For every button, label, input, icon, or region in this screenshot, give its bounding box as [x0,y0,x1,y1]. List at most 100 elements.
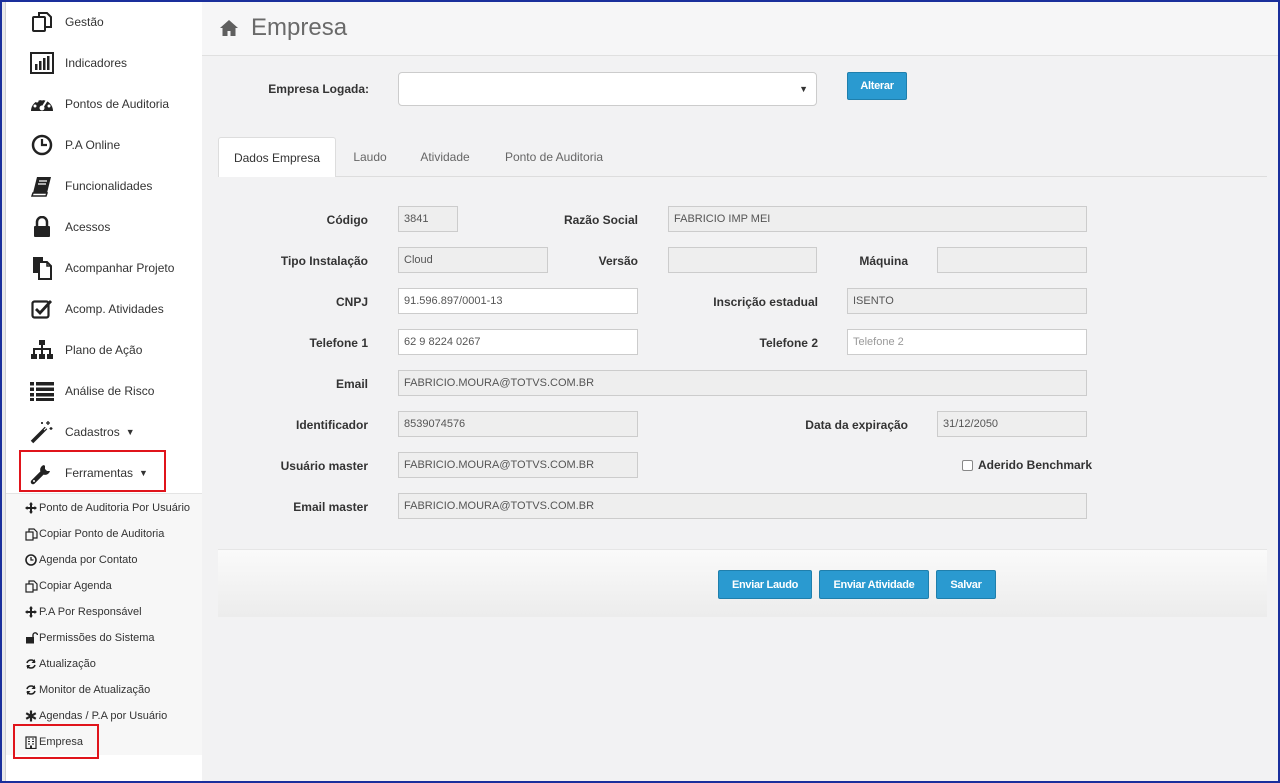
sidebar-item-acessos[interactable]: Acessos [6,206,202,247]
alterar-button[interactable]: Alterar [847,72,907,100]
sidebar-item-label: Funcionalidades [65,178,153,193]
data-expiracao-label: Data da expiração [805,418,908,432]
dashboard-icon [28,90,56,118]
file-icon [28,254,56,282]
aderido-benchmark-checkbox[interactable]: Aderido Benchmark [962,458,1092,472]
refresh-icon [24,683,38,697]
submenu-item-agendas-pa-por-usuario[interactable]: Agendas / P.A por Usuário [24,706,167,726]
identificador-field: 8539074576 [398,411,638,437]
codigo-label: Código [326,213,368,227]
submenu-item-atualizacao[interactable]: Atualização [24,654,96,674]
salvar-button[interactable]: Salvar [936,570,996,599]
sidebar-item-label: Acessos [65,219,111,234]
book-icon [28,172,56,200]
sidebar-item-indicadores[interactable]: Indicadores [6,42,202,83]
submenu-item-permissoes-sistema[interactable]: Permissões do Sistema [24,628,155,648]
empresa-logada-select[interactable]: ▼ [398,72,817,106]
copy-icon [24,579,38,593]
chevron-down-icon: ▼ [799,84,808,94]
submenu-item-monitor-atualizacao[interactable]: Monitor de Atualização [24,680,150,700]
highlight-empresa [13,724,99,759]
sidebar-item-label: Plano de Ação [65,342,143,357]
sidebar-item-acomp-atividades[interactable]: Acomp. Atividades [6,288,202,329]
magic-wand-icon [28,418,56,446]
sidebar-item-label: Acomp. Atividades [65,301,164,316]
email-master-label: Email master [293,500,368,514]
telefone2-label: Telefone 2 [759,336,818,350]
sidebar-item-gestao[interactable]: Gestão [6,1,202,42]
telefone1-label: Telefone 1 [309,336,368,350]
asterisk-icon [24,709,38,723]
main-content: Empresa Empresa Logada: ▼ Alterar Dados … [202,0,1278,783]
highlight-ferramentas [19,450,166,492]
refresh-icon [24,657,38,671]
cnpj-label: CNPJ [335,295,368,309]
empresa-logada-label: Empresa Logada: [268,82,369,96]
submenu-item-copiar-agenda[interactable]: Copiar Agenda [24,576,112,596]
home-icon [219,18,239,38]
page-title: Empresa [251,13,348,41]
checkbox-box[interactable] [962,459,973,471]
email-label: Email [335,377,368,391]
ferramentas-submenu: Ponto de Auditoria Por Usuário Copiar Po… [6,493,202,759]
telefone1-input[interactable]: 62 9 8224 0267 [398,329,638,355]
inscricao-estadual-field: ISENTO [847,288,1087,314]
identificador-label: Identificador [295,418,368,432]
tab-atividade[interactable]: Atividade [410,137,480,177]
sidebar-item-label: Pontos de Auditoria [65,96,170,111]
sidebar-item-analise-risco[interactable]: Análise de Risco [6,370,202,411]
email-master-field: FABRICIO.MOURA@TOTVS.COM.BR [398,493,1087,519]
sitemap-icon [28,336,56,364]
submenu-item-agenda-por-contato[interactable]: Agenda por Contato [24,550,137,570]
clock-icon [24,553,38,567]
copy-icon [24,527,38,541]
email-field: FABRICIO.MOURA@TOTVS.COM.BR [398,370,1087,396]
sidebar-item-label: Acompanhar Projeto [65,260,175,275]
tipo-instalacao-label: Tipo Instalação [280,254,368,268]
lock-icon [28,213,56,241]
copy-icon [28,8,56,36]
form-footer: Enviar Laudo Enviar Atividade Salvar [218,549,1267,617]
bar-chart-icon [28,49,56,77]
submenu-item-ponto-auditoria-por-usuario[interactable]: Ponto de Auditoria Por Usuário [24,498,190,518]
submenu-item-copiar-ponto-auditoria[interactable]: Copiar Ponto de Auditoria [24,524,164,544]
caret-down-icon: ▼ [125,426,135,437]
inscricao-estadual-label: Inscrição estadual [713,295,818,309]
usuario-master-label: Usuário master [280,459,368,473]
sidebar-item-pontos-auditoria[interactable]: Pontos de Auditoria [6,83,202,124]
sidebar-item-plano-acao[interactable]: Plano de Ação [6,329,202,370]
tab-dados-empresa[interactable]: Dados Empresa [218,137,336,178]
codigo-field: 3841 [398,206,458,232]
razao-social-label: Razão Social [563,213,638,227]
submenu-item-pa-por-responsavel[interactable]: P.A Por Responsável [24,602,142,622]
company-select-row: Empresa Logada: ▼ Alterar [202,72,1278,106]
sidebar-item-label: Cadastros [65,424,120,439]
usuario-master-field: FABRICIO.MOURA@TOTVS.COM.BR [398,452,638,478]
razao-social-field: FABRICIO IMP MEI [668,206,1087,232]
versao-label: Versão [598,254,638,268]
enviar-atividade-button[interactable]: Enviar Atividade [819,570,929,599]
aderido-benchmark-label: Aderido Benchmark [978,458,1093,472]
sidebar-item-label: Análise de Risco [65,383,155,398]
data-expiracao-field: 31/12/2050 [937,411,1087,437]
enviar-laudo-button[interactable]: Enviar Laudo [718,570,812,599]
cnpj-input[interactable]: 91.596.897/0001-13 [398,288,638,314]
list-icon [28,377,56,405]
sidebar-item-label: Gestão [65,14,104,29]
sidebar-item-funcionalidades[interactable]: Funcionalidades [6,165,202,206]
sidebar-item-cadastros[interactable]: Cadastros ▼ [6,411,202,452]
tab-laudo[interactable]: Laudo [340,137,400,177]
sidebar-item-label: P.A Online [65,137,121,152]
clock-icon [28,131,56,159]
maquina-label: Máquina [859,254,908,268]
unlock-icon [24,631,38,645]
telefone2-input[interactable]: Telefone 2 [847,329,1087,355]
dados-empresa-form: Código 3841 Razão Social FABRICIO IMP ME… [218,177,1267,548]
sidebar-item-label: Indicadores [65,55,128,70]
tab-bar: Dados Empresa Laudo Atividade Ponto de A… [218,137,1267,178]
page-header: Empresa [202,0,1278,56]
tab-ponto-auditoria[interactable]: Ponto de Auditoria [494,137,614,177]
sidebar-item-pa-online[interactable]: P.A Online [6,124,202,165]
check-square-icon [28,295,56,323]
sidebar-item-acompanhar-projeto[interactable]: Acompanhar Projeto [6,247,202,288]
